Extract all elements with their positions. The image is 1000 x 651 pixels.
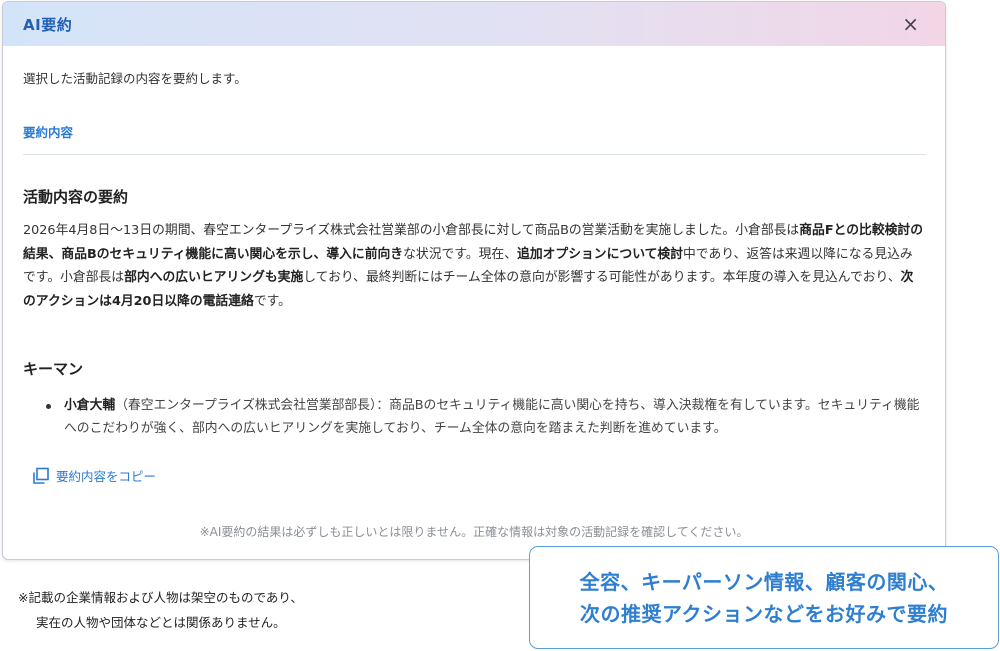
copy-summary-label: 要約内容をコピー (56, 469, 157, 484)
summary-text-2: な状況です。現在、 (403, 246, 518, 262)
ai-summary-dialog: AI要約 × 選択した活動記録の内容を要約します。 要約内容 活動内容の要約 2… (2, 1, 946, 560)
footnote-line-2: 実在の人物や団体などとは関係ありません。 (36, 615, 286, 630)
summary-text-1: 2026年4月8日～13日の期間、春空エンタープライズ株式会社営業部の小倉部長に… (23, 223, 800, 238)
summary-text-4: しており、最終判断にはチーム全体の意向が影響する可能性があります。本年度の導入を… (303, 270, 901, 285)
keyman-name: 小倉大輔 (64, 398, 116, 413)
copy-icon (33, 467, 49, 484)
summary-bold-3: 部内への広いヒアリングも実施 (124, 270, 304, 285)
intro-text: 選択した活動記録の内容を要約します。 (23, 71, 247, 86)
summary-heading: 活動内容の要約 (23, 188, 129, 206)
dialog-title: AI要約 (23, 15, 73, 34)
dialog-header: AI要約 × (3, 2, 945, 46)
close-icon[interactable]: × (902, 14, 919, 34)
keyman-description: （春空エンタープライズ株式会社営業部部長）：商品Bのセキュリティ機能に高い関心を… (64, 398, 920, 436)
summary-bold-2: 追加オプションについて検討 (517, 246, 683, 262)
list-item: 小倉大輔（春空エンタープライズ株式会社営業部部長）：商品Bのセキュリティ機能に高… (46, 395, 923, 440)
summary-paragraph: 2026年4月8日～13日の期間、春空エンタープライズ株式会社営業部の小倉部長に… (23, 219, 925, 313)
feature-callout: 全容、キーパーソン情報、顧客の関心、 次の推奨アクションなどをお好みで要約 (529, 546, 999, 649)
keyman-heading: キーマン (23, 360, 84, 378)
callout-line-2: 次の推奨アクションなどをお好みで要約 (580, 601, 948, 626)
callout-line-1: 全容、キーパーソン情報、顧客の関心、 (579, 569, 949, 594)
copy-summary-button[interactable]: 要約内容をコピー (31, 466, 191, 485)
keyman-list: 小倉大輔（春空エンタープライズ株式会社営業部部長）：商品Bのセキュリティ機能に高… (23, 395, 923, 440)
dialog-body: 選択した活動記録の内容を要約します。 要約内容 活動内容の要約 2026年4月8… (3, 68, 945, 485)
footnote: ※記載の企業情報および人物は架空のものであり、 実在の人物や団体などとは関係あり… (18, 585, 303, 635)
tab-summary-content[interactable]: 要約内容 (23, 122, 926, 155)
footnote-line-1: ※記載の企業情報および人物は架空のものであり、 (18, 590, 303, 605)
disclaimer-text: ※AI要約の結果は必ずしも正しいとは限りません。正確な情報は対象の活動記録を確認… (199, 525, 749, 539)
summary-text-5: です。 (253, 293, 291, 309)
